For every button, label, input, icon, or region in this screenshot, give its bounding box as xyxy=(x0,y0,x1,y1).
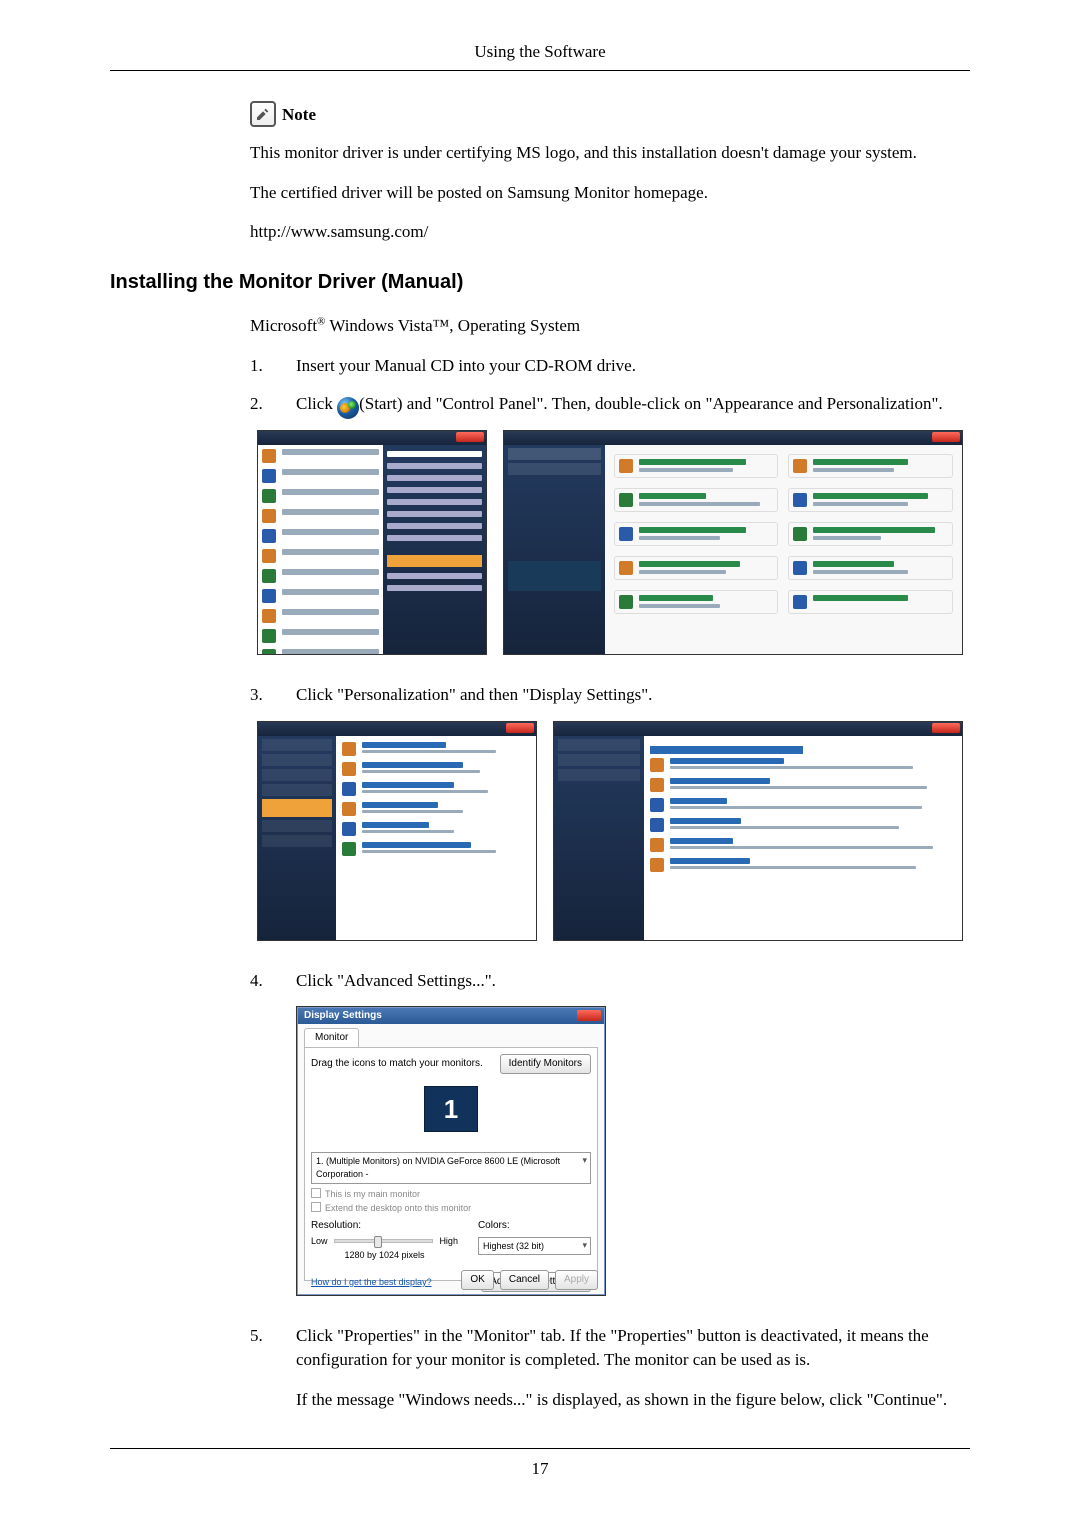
step-num: 3. xyxy=(250,683,268,707)
os-line: Microsoft® Windows Vista™, Operating Sys… xyxy=(250,314,970,338)
step-2: 2. Click (Start) and "Control Panel". Th… xyxy=(250,392,970,416)
cancel-button: Cancel xyxy=(500,1270,549,1290)
step-text: Click "Properties" in the "Monitor" tab.… xyxy=(296,1326,929,1369)
running-header: Using the Software xyxy=(110,0,970,70)
step-1: 1. Insert your Manual CD into your CD-RO… xyxy=(250,354,970,378)
colors-label: Colors: xyxy=(478,1219,591,1233)
windows-start-orb-icon xyxy=(337,397,359,419)
checkbox-icon xyxy=(311,1188,321,1198)
figure-row-1 xyxy=(250,430,970,655)
step-num: 1. xyxy=(250,354,268,378)
monitor-select-dropdown: 1. (Multiple Monitors) on NVIDIA GeForce… xyxy=(311,1152,591,1183)
step-num: 5. xyxy=(250,1324,268,1348)
step2-post: (Start) and "Control Panel". Then, doubl… xyxy=(359,394,943,413)
slider-high-label: High xyxy=(439,1235,458,1248)
main-monitor-checkbox-label: This is my main monitor xyxy=(325,1188,420,1201)
step-text: Click "Advanced Settings...". xyxy=(296,969,496,993)
screenshot-appearance-personalization xyxy=(257,721,537,941)
step-3: 3. Click "Personalization" and then "Dis… xyxy=(250,683,970,707)
step-text: Insert your Manual CD into your CD-ROM d… xyxy=(296,354,636,378)
figure-row-2 xyxy=(250,721,970,941)
note-text-2: The certified driver will be posted on S… xyxy=(250,181,970,205)
section-heading: Installing the Monitor Driver (Manual) xyxy=(110,268,970,296)
steps-list-cont3: 5. Click "Properties" in the "Monitor" t… xyxy=(250,1324,970,1427)
step-5: 5. Click "Properties" in the "Monitor" t… xyxy=(250,1324,970,1427)
steps-list-cont: 3. Click "Personalization" and then "Dis… xyxy=(250,683,970,707)
resolution-label: Resolution: xyxy=(311,1219,458,1233)
step-4: 4. Click "Advanced Settings...". xyxy=(250,969,970,993)
figure-display-settings: Display Settings Monitor Drag the icons … xyxy=(296,1006,970,1296)
top-rule xyxy=(110,70,970,71)
step-text: Click "Personalization" and then "Displa… xyxy=(296,683,652,707)
colors-dropdown: Highest (32 bit) xyxy=(478,1237,591,1256)
resolution-value: 1280 by 1024 pixels xyxy=(311,1249,458,1262)
help-link: How do I get the best display? xyxy=(311,1276,432,1289)
screenshot-display-settings-dialog: Display Settings Monitor Drag the icons … xyxy=(296,1006,606,1296)
screenshot-control-panel xyxy=(503,430,963,655)
note-label: Note xyxy=(282,103,316,127)
step-5-continuation: If the message "Windows needs..." is dis… xyxy=(296,1388,970,1412)
apply-button: Apply xyxy=(555,1270,598,1290)
steps-list-cont2: 4. Click "Advanced Settings...". xyxy=(250,969,970,993)
step-num: 4. xyxy=(250,969,268,993)
step-text: Click (Start) and "Control Panel". Then,… xyxy=(296,392,943,416)
checkbox-icon xyxy=(311,1202,321,1212)
page-number: 17 xyxy=(110,1457,970,1511)
identify-monitors-button: Identify Monitors xyxy=(500,1054,591,1074)
pencil-note-icon xyxy=(250,101,276,127)
note-block: Note xyxy=(250,101,970,127)
ok-button: OK xyxy=(461,1270,493,1290)
bottom-rule xyxy=(110,1448,970,1449)
dialog-title: Display Settings xyxy=(304,1010,382,1021)
os-suffix: Windows Vista™, Operating System xyxy=(325,316,580,335)
note-text-1: This monitor driver is under certifying … xyxy=(250,141,970,165)
step-num: 2. xyxy=(250,392,268,416)
screenshot-start-menu xyxy=(257,430,487,655)
extend-desktop-checkbox-label: Extend the desktop onto this monitor xyxy=(325,1202,471,1215)
resolution-slider xyxy=(334,1239,434,1243)
drag-instructions: Drag the icons to match your monitors. xyxy=(311,1057,483,1071)
monitor-tab: Monitor xyxy=(304,1028,359,1047)
monitor-preview-icon: 1 xyxy=(424,1086,478,1132)
steps-list: 1. Insert your Manual CD into your CD-RO… xyxy=(250,354,970,416)
step2-pre: Click xyxy=(296,394,337,413)
os-prefix: Microsoft xyxy=(250,316,317,335)
slider-low-label: Low xyxy=(311,1235,328,1248)
screenshot-personalization xyxy=(553,721,963,941)
note-url: http://www.samsung.com/ xyxy=(250,220,970,244)
